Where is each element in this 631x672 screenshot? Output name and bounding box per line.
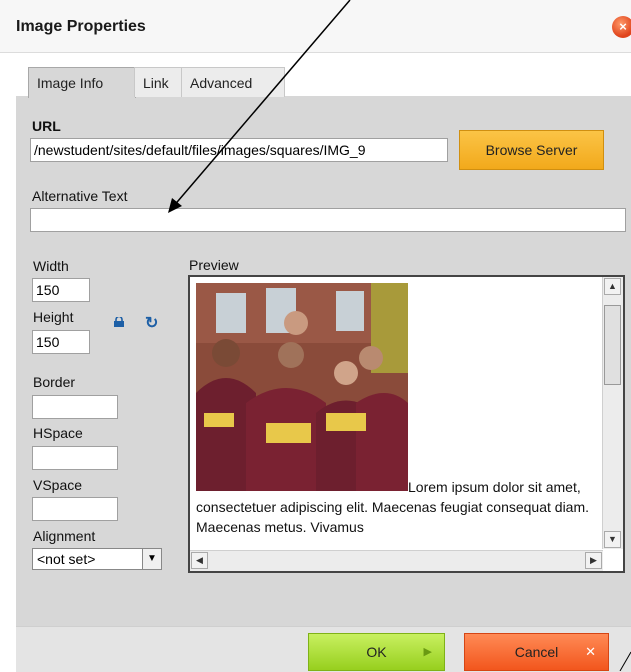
preview-box: Lorem ipsum dolor sit amet, consectetuer…: [188, 275, 625, 573]
alignment-value: <not set>: [37, 551, 96, 567]
border-field[interactable]: [32, 395, 118, 419]
tab-image-info[interactable]: Image Info: [28, 67, 136, 98]
hspace-field[interactable]: [32, 446, 118, 470]
scroll-right-icon[interactable]: ▶: [585, 552, 602, 569]
alignment-select[interactable]: <not set> ▼: [32, 548, 162, 570]
scroll-up-icon[interactable]: ▲: [604, 278, 621, 295]
preview-label: Preview: [189, 257, 239, 273]
dialog-titlebar: Image Properties ×: [0, 0, 631, 53]
height-field[interactable]: [32, 330, 90, 354]
url-field[interactable]: [30, 138, 448, 162]
border-label: Border: [33, 374, 76, 390]
tab-link[interactable]: Link: [134, 67, 182, 97]
image-properties-dialog: Image Properties × Image Info Link Advan…: [0, 0, 631, 672]
alignment-label: Alignment: [33, 528, 96, 544]
preview-vertical-scrollbar[interactable]: ▲ ▼: [602, 277, 623, 549]
width-label: Width: [33, 258, 69, 274]
preview-horizontal-scrollbar[interactable]: ◀ ▶: [190, 550, 603, 571]
cancel-label: Cancel: [514, 644, 559, 660]
url-label: URL: [32, 118, 61, 134]
close-icon[interactable]: ×: [612, 16, 631, 38]
cancel-button[interactable]: Cancel ✕: [464, 633, 609, 671]
browse-server-button[interactable]: Browse Server: [459, 130, 604, 170]
lock-ratio-icon[interactable]: [113, 317, 125, 327]
width-field[interactable]: [32, 278, 90, 302]
ok-label: OK: [366, 644, 387, 660]
dialog-title: Image Properties: [16, 18, 146, 35]
ok-button[interactable]: OK ▶: [308, 633, 445, 671]
vspace-label: VSpace: [33, 477, 83, 493]
close-icon: ✕: [585, 644, 596, 659]
scroll-down-icon[interactable]: ▼: [604, 531, 621, 548]
height-label: Height: [33, 309, 74, 325]
scroll-left-icon[interactable]: ◀: [191, 552, 208, 569]
reset-size-icon[interactable]: ↻: [145, 313, 158, 333]
tab-advanced[interactable]: Advanced: [181, 67, 285, 97]
alt-text-label: Alternative Text: [32, 188, 128, 204]
preview-photo: [196, 283, 408, 491]
vspace-field[interactable]: [32, 497, 118, 521]
chevron-down-icon[interactable]: ▼: [142, 549, 161, 569]
scroll-thumb[interactable]: [604, 305, 621, 385]
alt-text-field[interactable]: [30, 208, 626, 232]
chevron-right-icon: ▶: [423, 646, 432, 658]
hspace-label: HSpace: [33, 425, 83, 441]
preview-text: Lorem ipsum dolor sit amet, consectetuer…: [196, 479, 590, 535]
